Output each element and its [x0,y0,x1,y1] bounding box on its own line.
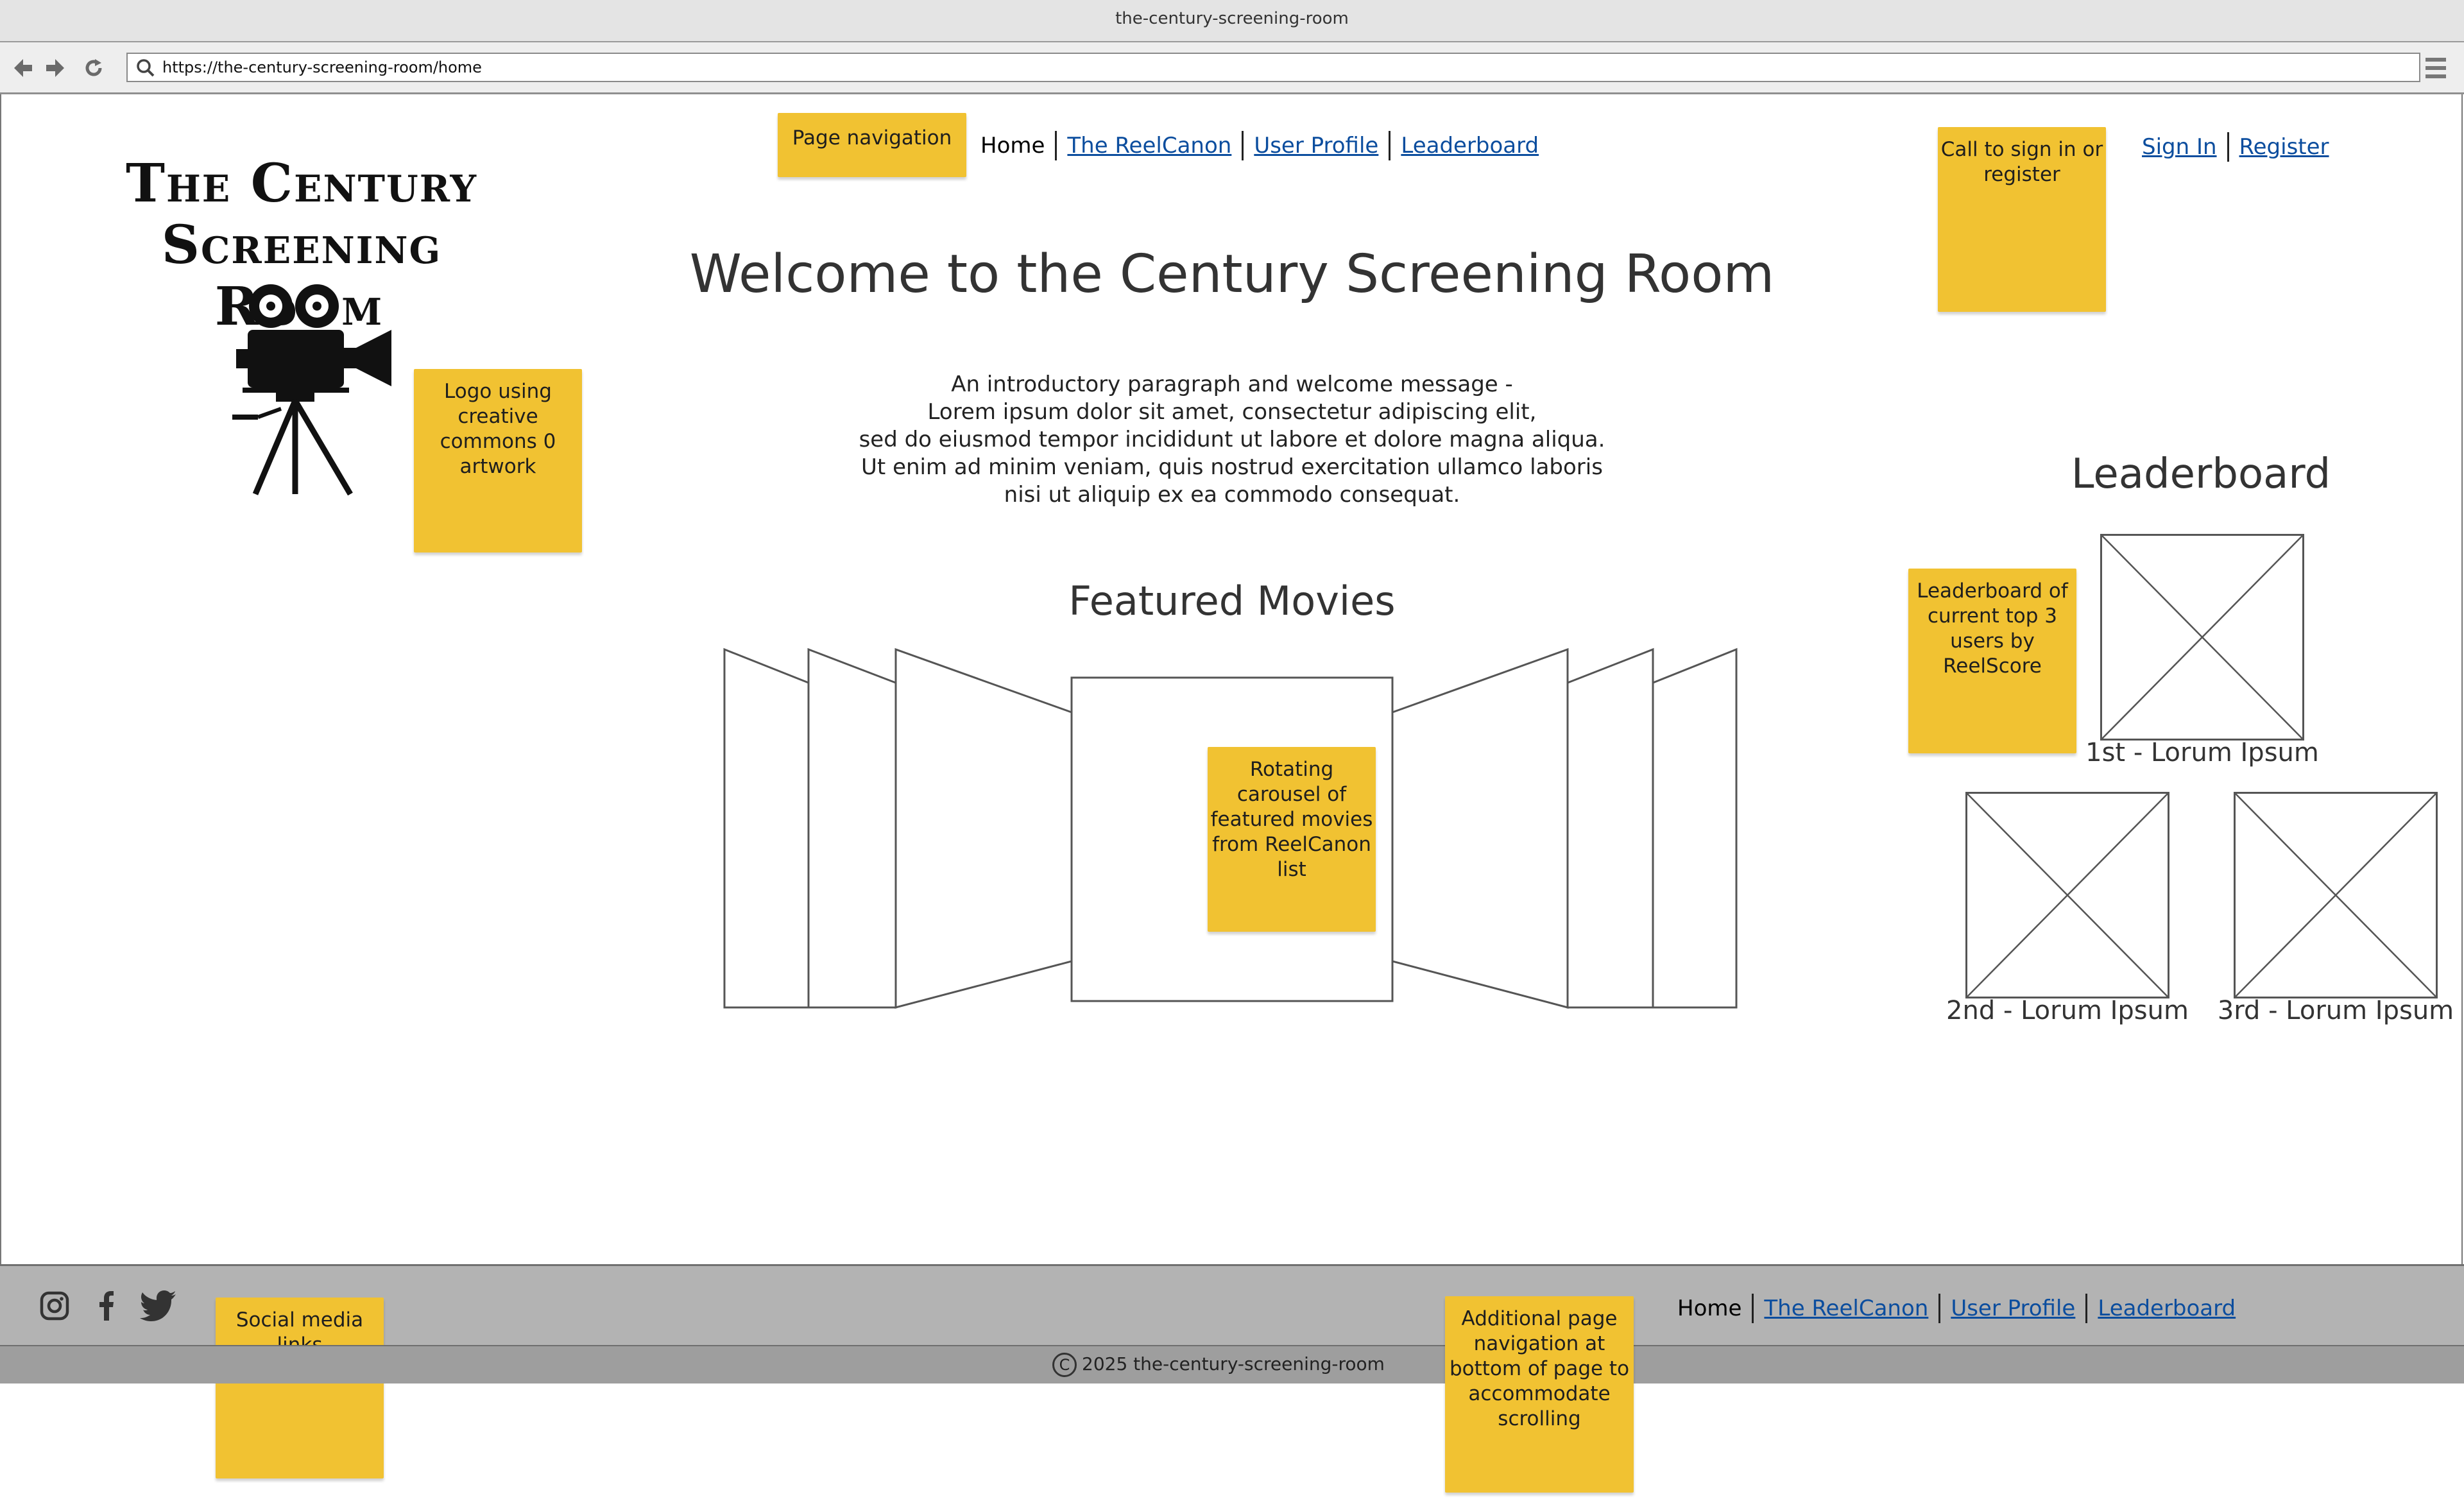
leaderboard-avatar-2nd[interactable] [1965,792,2169,998]
browser-toolbar: https://the-century-screening-room/home [0,42,2464,94]
nav-annotation-note: Page navigation [778,113,966,177]
intro-line: Ut enim ad minim veniam, quis nostrud ex… [861,454,1603,480]
footer-nav: Home The ReelCanon User Profile Leaderbo… [1677,1294,2236,1323]
copyright-text: 2025 the-century-screening-room [1082,1353,1385,1375]
footer-nav-annotation-note: Additional page navigation at bottom of … [1445,1296,1634,1493]
nav-separator [1389,131,1391,160]
sign-in-link[interactable]: Sign In [2142,134,2217,160]
nav-separator [1055,131,1057,160]
refresh-icon[interactable] [82,56,105,80]
carousel-slide-left-2 [807,647,897,1009]
nav-user-profile[interactable]: User Profile [1254,133,1378,158]
back-icon[interactable] [12,56,35,80]
copyright: C 2025 the-century-screening-room [1052,1349,1412,1380]
window-title: the-century-screening-room [0,0,2464,42]
page-title: Welcome to the Century Screening Room [689,244,1775,305]
logo-line-1: The Century [125,153,478,214]
leaderboard-rank-2nd: 2nd - Lorum Ipsum [1946,996,2189,1025]
intro-paragraph: An introductory paragraph and welcome me… [776,371,1688,509]
copyright-icon: C [1052,1353,1077,1377]
logo-annotation-note: Logo using creative commons 0 artwork [414,369,582,552]
intro-line: An introductory paragraph and welcome me… [951,372,1513,397]
nav-separator [1242,131,1244,160]
carousel-slide-right-2 [1566,647,1654,1009]
nav-leaderboard[interactable]: Leaderboard [1401,133,1539,158]
instagram-icon[interactable] [38,1290,71,1322]
twitter-icon[interactable] [140,1290,176,1322]
leaderboard-rank-3rd: 3rd - Lorum Ipsum [2217,996,2454,1025]
carousel-slide-right-3 [1652,647,1738,1009]
leaderboard-rank-1st: 1st - Lorum Ipsum [2085,738,2319,767]
leaderboard-annotation-note: Leaderboard of current top 3 users by Re… [1908,569,2076,753]
featured-movies-title: Featured Movies [1068,578,1396,624]
logo-line-2: Screening [161,214,442,276]
nav-separator [2085,1294,2088,1323]
nav-separator [1752,1294,1754,1323]
intro-line: sed do eiusmod tempor incididunt ut labo… [859,427,1605,452]
facebook-icon[interactable] [90,1290,122,1322]
register-link[interactable]: Register [2239,134,2329,160]
url-text: https://the-century-screening-room/home [162,58,482,76]
leaderboard-avatar-3rd[interactable] [2234,792,2438,998]
footer-nav-user-profile[interactable]: User Profile [1951,1296,2075,1321]
forward-icon[interactable] [44,56,67,80]
carousel-slide-right-1 [1391,647,1569,1009]
film-camera-icon [232,284,391,495]
menu-icon[interactable] [2426,58,2446,80]
nav-home[interactable]: Home [980,133,1045,158]
footer-nav-reelcanon[interactable]: The ReelCanon [1764,1296,1928,1321]
nav-separator [1938,1294,1941,1323]
address-bar[interactable]: https://the-century-screening-room/home [126,53,2420,82]
intro-line: Lorem ipsum dolor sit amet, consectetur … [927,399,1537,425]
search-icon [137,59,155,77]
carousel-slide-left-3 [723,647,810,1009]
footer-nav-home[interactable]: Home [1677,1296,1741,1321]
intro-line: nisi ut aliquip ex ea commodo consequat. [1004,482,1460,508]
footer-nav-leaderboard[interactable]: Leaderboard [2098,1296,2236,1321]
auth-links: Sign In Register [2142,132,2329,162]
leaderboard-title: Leaderboard [2071,450,2331,498]
header-nav: Home The ReelCanon User Profile Leaderbo… [980,131,1539,160]
carousel-annotation-note: Rotating carousel of featured movies fro… [1208,747,1376,932]
nav-reelcanon[interactable]: The ReelCanon [1067,133,1231,158]
social-annotation-note: Social media links [216,1298,384,1478]
carousel-slide-left-1 [894,647,1073,1009]
auth-separator [2227,132,2229,162]
leaderboard-avatar-1st[interactable] [2100,534,2304,741]
signin-annotation-note: Call to sign in or register [1938,127,2106,312]
